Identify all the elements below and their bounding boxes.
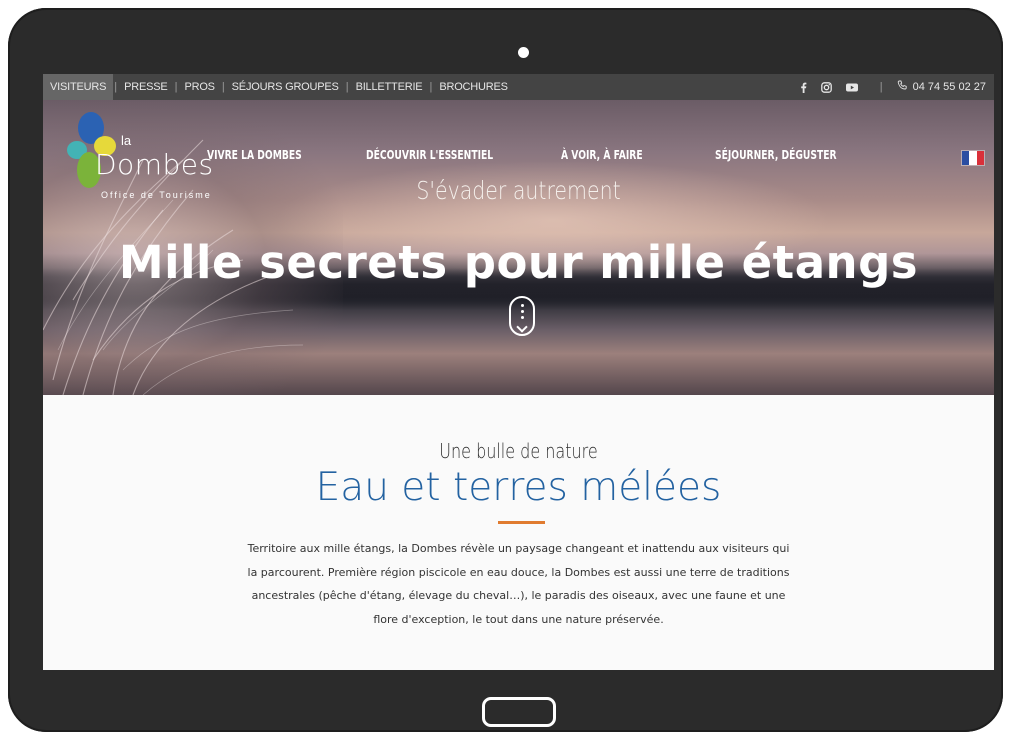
nav-sejours-groupes[interactable]: SÉJOURS GROUPES [226, 74, 345, 100]
nav-billetterie[interactable]: BILLETTERIE [350, 74, 429, 100]
nav-presse[interactable]: PRESSE [118, 74, 173, 100]
topbar-separator: | [879, 81, 883, 93]
menu-vivre-la-dombes[interactable]: VIVRE LA DOMBES [207, 148, 302, 162]
logo-la: la [121, 133, 132, 148]
hero-banner: la Dombes Office de Tourisme VIVRE LA DO… [43, 100, 994, 395]
menu-voir-faire[interactable]: À VOIR, À FAIRE [561, 148, 643, 162]
nav-visiteurs[interactable]: VISITEURS [43, 74, 114, 100]
hero-tagline: S'évader autrement [416, 176, 621, 205]
screen: VISITEURS | PRESSE | PROS | SÉJOURS GROU… [43, 74, 994, 670]
camera-dot [518, 47, 529, 58]
home-button[interactable] [482, 697, 556, 727]
title-underline [498, 521, 545, 524]
top-bar: VISITEURS | PRESSE | PROS | SÉJOURS GROU… [43, 74, 994, 100]
nav-brochures[interactable]: BROCHURES [433, 74, 514, 100]
phone-link[interactable]: 04 74 55 02 27 [897, 80, 986, 94]
hero-title: Mille secrets pour mille étangs [118, 236, 919, 289]
audience-nav: VISITEURS | PRESSE | PROS | SÉJOURS GROU… [43, 74, 514, 100]
phone-icon [897, 80, 908, 94]
scroll-down-icon[interactable] [509, 296, 535, 336]
menu-decouvrir-essentiel[interactable]: DÉCOUVRIR L'ESSENTIEL [366, 148, 493, 162]
facebook-icon[interactable] [800, 82, 807, 93]
instagram-icon[interactable] [820, 81, 832, 93]
intro-section: Une bulle de nature Eau et terres mélées… [43, 395, 994, 670]
main-nav: VIVRE LA DOMBES DÉCOUVRIR L'ESSENTIEL À … [43, 148, 994, 168]
section-description: Territoire aux mille étangs, la Dombes r… [247, 542, 790, 626]
youtube-icon[interactable] [845, 83, 858, 92]
topbar-right: | 04 74 55 02 27 [800, 74, 994, 100]
fr-flag-icon[interactable] [961, 150, 985, 166]
menu-sejourner-deguster[interactable]: SÉJOURNER, DÉGUSTER [715, 148, 837, 162]
nav-pros[interactable]: PROS [178, 74, 220, 100]
section-title: Eau et terres mélées [315, 465, 722, 510]
section-kicker: Une bulle de nature [439, 439, 598, 463]
phone-number: 04 74 55 02 27 [912, 81, 986, 93]
social-links [800, 81, 858, 93]
